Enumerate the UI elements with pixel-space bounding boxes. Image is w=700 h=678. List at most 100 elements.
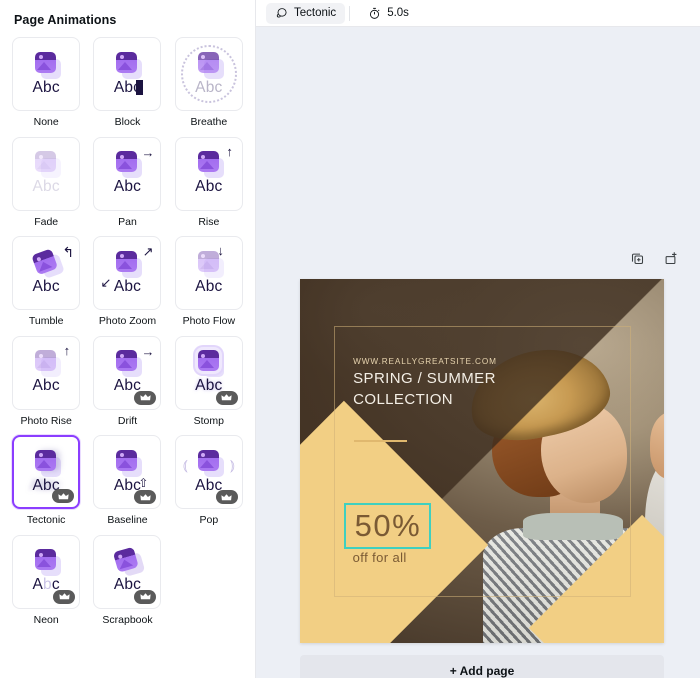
animation-item-pop[interactable]: ⦅ ⦆ Abc Pop	[173, 435, 245, 527]
animation-label: Drift	[117, 414, 138, 427]
page-title: Page Animations	[14, 13, 117, 27]
animation-item-breathe[interactable]: Abc Breathe	[173, 37, 245, 129]
animation-icon	[275, 7, 288, 20]
direction-arrow-icon: ↙	[100, 275, 112, 291]
preview-text: Abc	[113, 78, 144, 96]
animation-item-baseline[interactable]: Abc ⇧ Baseline	[91, 435, 163, 527]
duration-label: 5.0s	[387, 7, 409, 19]
animation-item-photorise[interactable]: Abc ↑ Photo Rise	[10, 335, 82, 428]
animation-label: None	[33, 116, 59, 128]
animation-preview-photorise[interactable]: Abc ↑	[12, 335, 81, 410]
preview-composition: Abc	[15, 143, 77, 205]
direction-arrow-icon: ↗	[142, 244, 154, 260]
image-placeholder-icon	[29, 549, 63, 577]
editor-toolbar: Tectonic 5.0s	[256, 0, 700, 27]
animation-label: Rise	[198, 215, 220, 228]
image-placeholder-icon	[192, 151, 226, 179]
preview-text: Abc	[113, 178, 142, 196]
animation-label: Photo Flow	[182, 315, 236, 328]
animation-item-neon[interactable]: Abc Neon	[10, 534, 82, 627]
image-placeholder-icon	[26, 246, 67, 282]
animation-label: Neon	[33, 613, 59, 626]
animation-preview-baseline[interactable]: Abc ⇧	[93, 435, 162, 510]
image-placeholder-icon	[192, 449, 226, 477]
animation-label: Tectonic	[26, 514, 66, 527]
offer-percent-text[interactable]: 50%	[343, 502, 432, 549]
image-placeholder-icon	[29, 51, 63, 79]
animation-chip[interactable]: Tectonic	[266, 2, 346, 24]
preview-composition: Abc	[15, 43, 77, 105]
wiggle-left-icon: ⦅	[182, 457, 188, 475]
animation-preview-scrapbook[interactable]: Abc	[93, 534, 162, 609]
animation-preview-drift[interactable]: Abc →	[93, 335, 162, 410]
preview-composition: Abc	[178, 242, 240, 304]
image-placeholder-icon	[192, 51, 226, 79]
add-page-button[interactable]: + Add page	[300, 655, 664, 678]
crown-icon	[134, 390, 157, 405]
animation-preview-pop[interactable]: ⦅ ⦆ Abc	[174, 435, 243, 510]
image-placeholder-icon	[29, 151, 63, 179]
editor-area: Tectonic 5.0s WWW.REALLYGREATSITE.COM SP…	[256, 0, 700, 678]
animation-preview-pan[interactable]: Abc →	[93, 136, 162, 211]
animation-preview-tectonic[interactable]: Abc	[12, 435, 81, 510]
toolbar-divider	[349, 5, 351, 21]
animation-item-block[interactable]: Abc Block	[91, 37, 163, 129]
animation-item-photoflow[interactable]: Abc ↓ Photo Flow	[173, 236, 245, 328]
animation-preview-stomp[interactable]: Abc	[174, 335, 243, 410]
offer-block: 50% off for all	[343, 502, 497, 565]
animation-item-tectonic[interactable]: Abc Tectonic	[10, 435, 82, 527]
preview-text: Abc	[195, 178, 223, 196]
preview-text: Abc	[32, 78, 60, 96]
animation-item-pan[interactable]: Abc → Pan	[91, 136, 163, 229]
divider-rule	[353, 440, 407, 443]
animation-item-fade[interactable]: Abc Fade	[10, 136, 82, 229]
animation-item-none[interactable]: Abc None	[10, 37, 82, 129]
animation-item-tumble[interactable]: Abc ↰ Tumble	[10, 236, 82, 328]
direction-arrow-icon: →	[141, 343, 155, 359]
animation-label: Breathe	[190, 116, 228, 128]
animation-label: Scrapbook	[102, 613, 153, 626]
animation-preview-block[interactable]: Abc	[93, 37, 162, 111]
direction-arrow-icon: ↰	[62, 244, 75, 261]
image-placeholder-icon	[108, 545, 148, 579]
headline-line-1: SPRING / SUMMER	[353, 370, 496, 388]
image-placeholder-icon	[192, 350, 226, 378]
animation-item-stomp[interactable]: Abc Stomp	[173, 335, 245, 428]
animation-preview-photoflow[interactable]: Abc ↓	[174, 236, 243, 311]
animation-item-drift[interactable]: Abc → Drift	[91, 335, 163, 428]
headline-text[interactable]: SPRING / SUMMER COLLECTION	[353, 368, 496, 411]
animation-preview-rise[interactable]: Abc ↑	[174, 136, 243, 211]
animation-label: Stomp	[193, 414, 224, 427]
preview-text: Abc	[32, 377, 60, 395]
animation-preview-tumble[interactable]: Abc ↰	[12, 236, 81, 311]
wiggle-right-icon: ⦆	[229, 457, 235, 475]
animation-item-photozoom[interactable]: Abc ↗ ↙ Photo Zoom	[91, 236, 163, 328]
animation-chip-label: Tectonic	[294, 7, 337, 19]
preview-composition: Abc	[96, 43, 158, 105]
preview-text: Abc	[32, 178, 60, 196]
animation-preview-fade[interactable]: Abc	[12, 136, 81, 211]
image-placeholder-icon	[110, 51, 144, 79]
animation-label: Photo Rise	[20, 414, 72, 427]
animation-label: Pop	[199, 514, 219, 527]
animation-preview-breathe[interactable]: Abc	[174, 37, 243, 111]
canva-editor-window: Page Animations Abc None Abc Block Abc Breath…	[0, 0, 700, 678]
crown-icon	[53, 589, 76, 604]
duplicate-page-icon[interactable]	[630, 251, 645, 271]
add-page-icon[interactable]	[663, 251, 678, 271]
site-url-text[interactable]: WWW.REALLYGREATSITE.COM	[353, 357, 497, 366]
design-page-1[interactable]: WWW.REALLYGREATSITE.COM SPRING / SUMMER …	[300, 279, 664, 643]
crown-icon	[52, 489, 75, 504]
animation-item-scrapbook[interactable]: Abc Scrapbook	[91, 534, 163, 627]
animation-item-rise[interactable]: Abc ↑ Rise	[173, 136, 245, 229]
animation-preview-none[interactable]: Abc	[12, 37, 81, 111]
animation-preview-photozoom[interactable]: Abc ↗ ↙	[93, 236, 162, 311]
animation-label: Tumble	[28, 315, 64, 328]
offer-subtext[interactable]: off for all	[344, 550, 497, 565]
animation-preview-neon[interactable]: Abc	[12, 534, 81, 609]
image-placeholder-icon	[29, 449, 63, 477]
image-placeholder-icon	[110, 151, 144, 179]
canvas-area: WWW.REALLYGREATSITE.COM SPRING / SUMMER …	[256, 27, 700, 678]
duration-chip[interactable]: 5.0s	[354, 3, 418, 24]
animation-label: Fade	[34, 215, 59, 228]
